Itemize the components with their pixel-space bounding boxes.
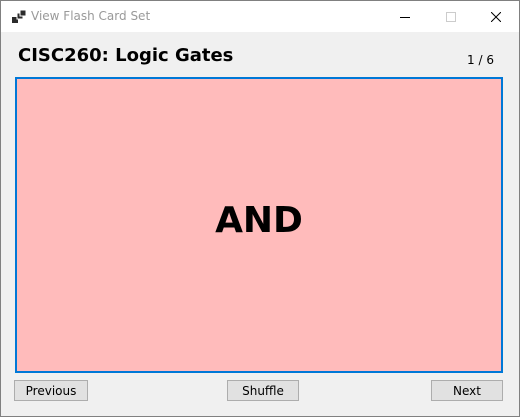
- card-counter: 1 / 6: [467, 53, 494, 67]
- previous-button[interactable]: Previous: [14, 380, 88, 401]
- shuffle-button[interactable]: Shuffle: [227, 380, 299, 401]
- window-title: View Flash Card Set: [31, 9, 151, 23]
- maximize-button[interactable]: [428, 1, 474, 32]
- minimize-icon: [400, 16, 410, 18]
- close-button[interactable]: [473, 1, 519, 32]
- maximize-icon: [446, 11, 456, 22]
- set-title: CISC260: Logic Gates: [18, 45, 234, 66]
- cards-icon: [12, 10, 26, 23]
- next-button[interactable]: Next: [431, 380, 503, 401]
- flash-card[interactable]: AND: [15, 77, 503, 373]
- card-text: AND: [215, 199, 303, 241]
- flash-card-window: View Flash Card Set CISC260: Logic Gates…: [0, 0, 520, 417]
- minimize-button[interactable]: [382, 1, 428, 32]
- close-icon: [491, 11, 501, 22]
- title-bar[interactable]: View Flash Card Set: [1, 1, 519, 32]
